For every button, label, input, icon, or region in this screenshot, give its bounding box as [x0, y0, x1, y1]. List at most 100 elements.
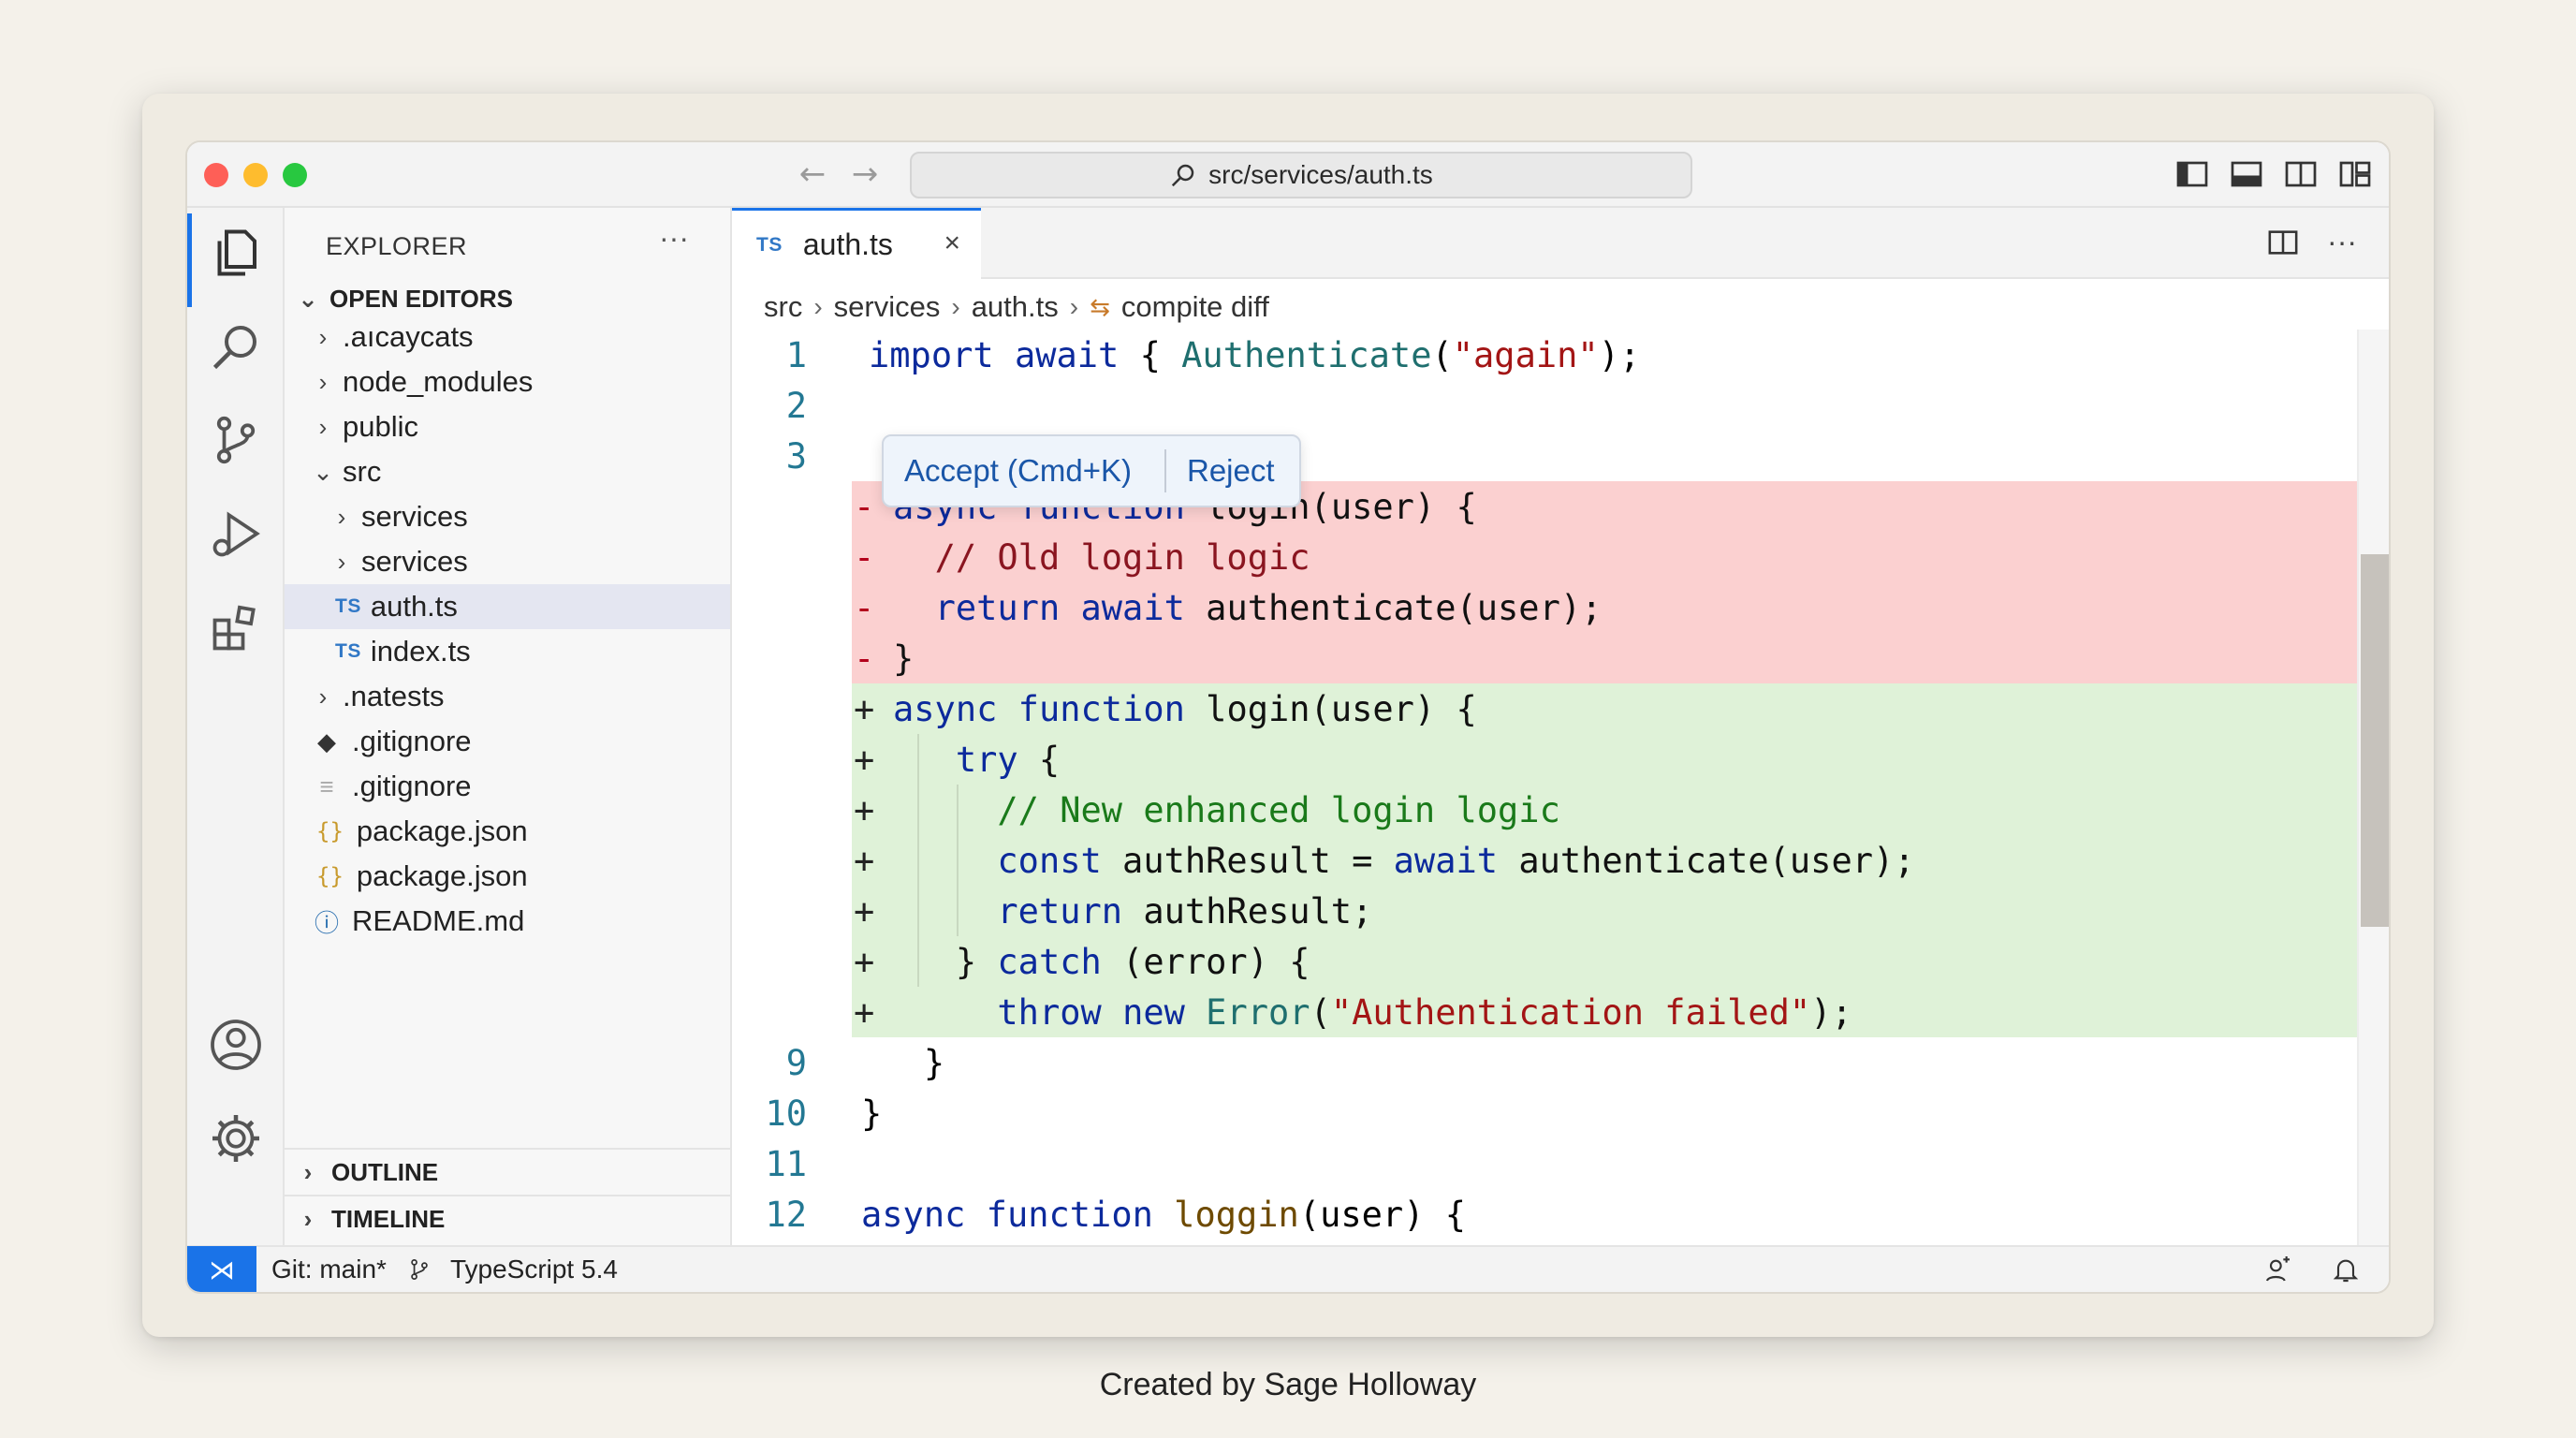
code-line: 1 import await { Authenticate("again"); — [732, 330, 2357, 380]
tree-item-package-json[interactable]: {} package.json — [285, 809, 730, 854]
tree-item-auth-ts[interactable]: TS auth.ts — [285, 584, 730, 629]
outline-label: OUTLINE — [331, 1157, 439, 1186]
tree-item-services[interactable]: › services — [285, 494, 730, 539]
vertical-scrollbar[interactable] — [2357, 330, 2389, 1253]
tab-bar: TS auth.ts × ··· — [732, 208, 2389, 279]
line-number: 9 — [785, 1042, 807, 1083]
command-center-search[interactable]: src/services/auth.ts — [910, 152, 1692, 198]
breadcrumb-item[interactable]: compite diff — [1121, 290, 1269, 324]
accounts-feedback-icon[interactable] — [2263, 1255, 2293, 1284]
explorer-more-icon[interactable]: ··· — [659, 221, 689, 256]
activity-bar — [187, 208, 285, 1253]
close-window-button[interactable] — [204, 163, 228, 187]
tree-item-label: src — [343, 455, 382, 488]
tab-label: auth.ts — [802, 227, 893, 261]
tree-item-label: auth.ts — [370, 590, 458, 623]
code-text: async function loggin(user) { — [861, 1194, 1467, 1235]
remote-indicator-icon[interactable]: ⋊ — [187, 1246, 256, 1292]
line-number: 10 — [765, 1093, 807, 1134]
notifications-bell-icon[interactable] — [2331, 1255, 2361, 1284]
code-text: } — [861, 1042, 945, 1083]
chevron-right-icon: › — [813, 292, 823, 321]
code-text: } — [861, 1093, 883, 1134]
chevron-right-icon: › — [318, 322, 328, 351]
editor-area: TS auth.ts × ··· src › services › auth.t… — [732, 208, 2389, 1253]
tree-item-package-json[interactable]: {} package.json — [285, 854, 730, 899]
toggle-sidebar-icon[interactable] — [2175, 157, 2209, 191]
language-status[interactable]: TypeScript 5.4 — [407, 1255, 618, 1284]
deleted-line: - // Old login logic — [852, 532, 2357, 582]
back-arrow-icon[interactable]: ← — [794, 155, 831, 193]
reject-button[interactable]: Reject — [1166, 453, 1275, 489]
added-line: + // New enhanced login logic — [852, 785, 2357, 835]
tab-auth-ts[interactable]: TS auth.ts × — [732, 208, 981, 279]
tree-item-gitignore[interactable]: ◆ .gitignore — [285, 719, 730, 764]
extensions-icon[interactable] — [208, 599, 264, 655]
open-editors-header[interactable]: ⌄ OPEN EDITORS — [296, 285, 513, 314]
explorer-title: EXPLORER — [326, 232, 468, 260]
tree-item-services[interactable]: › services — [285, 539, 730, 584]
forward-arrow-icon[interactable]: → — [846, 155, 884, 193]
code-line: 9 } — [732, 1037, 2357, 1088]
inline-diff-actions: Accept (Cmd+K) Reject — [882, 434, 1301, 507]
search-icon[interactable] — [208, 318, 264, 374]
breadcrumb-item[interactable]: auth.ts — [972, 290, 1059, 324]
tree-item-label: services — [361, 545, 468, 578]
tree-item-aicaycats[interactable]: › .aıcaycats — [285, 315, 730, 360]
toggle-secondary-sidebar-icon[interactable] — [2284, 157, 2318, 191]
timeline-label: TIMELINE — [331, 1204, 446, 1233]
json-file-icon: {} — [316, 818, 344, 844]
tree-item-label: package.json — [356, 814, 528, 847]
close-tab-icon[interactable]: × — [944, 227, 960, 259]
line-number: 2 — [785, 385, 807, 426]
minimize-window-button[interactable] — [243, 163, 268, 187]
run-debug-icon[interactable] — [208, 506, 264, 562]
chevron-down-icon: ⌄ — [313, 457, 333, 486]
account-icon[interactable] — [208, 1017, 264, 1073]
deleted-line: - return await authenticate(user); — [852, 582, 2357, 633]
tree-item-natests[interactable]: › .natests — [285, 674, 730, 719]
scrollbar-thumb[interactable] — [2361, 554, 2389, 927]
accept-button[interactable]: Accept (Cmd+K) — [884, 453, 1164, 489]
chevron-right-icon: › — [318, 412, 328, 441]
tree-item-gitignore[interactable]: ≡ .gitignore — [285, 764, 730, 809]
added-line: + throw new Error("Authentication failed… — [852, 987, 2357, 1037]
typescript-file-icon: TS — [335, 595, 361, 617]
indent-guide — [917, 734, 919, 987]
git-branch-status[interactable]: Git: main* — [271, 1255, 387, 1284]
search-icon — [1172, 164, 1194, 187]
split-editor-icon[interactable] — [2267, 227, 2299, 258]
settings-gear-icon[interactable] — [208, 1110, 264, 1167]
json-file-icon: {} — [316, 863, 344, 889]
maximize-window-button[interactable] — [283, 163, 307, 187]
tree-item-readme[interactable]: ⓘ README.md — [285, 899, 730, 944]
tree-item-label: .gitignore — [352, 725, 472, 757]
tree-item-node-modules[interactable]: › node_modules — [285, 360, 730, 404]
chevron-right-icon: › — [318, 682, 328, 711]
breadcrumb-item[interactable]: services — [834, 290, 941, 324]
tree-item-label: node_modules — [343, 365, 534, 398]
status-bar: ⋊ Git: main* TypeScript 5.4 — [187, 1245, 2389, 1292]
tree-item-label: package.json — [356, 859, 528, 892]
more-actions-icon[interactable]: ··· — [2327, 225, 2357, 259]
breadcrumb-item[interactable]: src — [764, 290, 802, 324]
files-explorer-icon[interactable] — [208, 225, 264, 281]
outline-section[interactable]: › OUTLINE — [285, 1148, 730, 1195]
timeline-section[interactable]: › TIMELINE — [285, 1195, 730, 1241]
customize-layout-icon[interactable] — [2338, 157, 2372, 191]
line-number: 1 — [785, 334, 807, 375]
chevron-right-icon: › — [1069, 292, 1079, 321]
tree-item-label: public — [343, 410, 418, 443]
toggle-panel-icon[interactable] — [2230, 157, 2263, 191]
git-file-icon: ◆ — [317, 726, 336, 756]
tree-item-public[interactable]: › public — [285, 404, 730, 449]
source-control-icon[interactable] — [208, 412, 264, 468]
deleted-line: -} — [852, 633, 2357, 683]
added-line: + try { — [852, 734, 2357, 785]
indent-guide — [957, 785, 959, 936]
tree-item-index-ts[interactable]: TS index.ts — [285, 629, 730, 674]
vscode-window: ← → src/services/auth.ts EXPLORER ··· ⌄ … — [185, 140, 2391, 1294]
code-line: 2 — [732, 380, 2357, 431]
added-line: + const authResult = await authenticate(… — [852, 835, 2357, 886]
tree-item-src[interactable]: ⌄ src — [285, 449, 730, 494]
